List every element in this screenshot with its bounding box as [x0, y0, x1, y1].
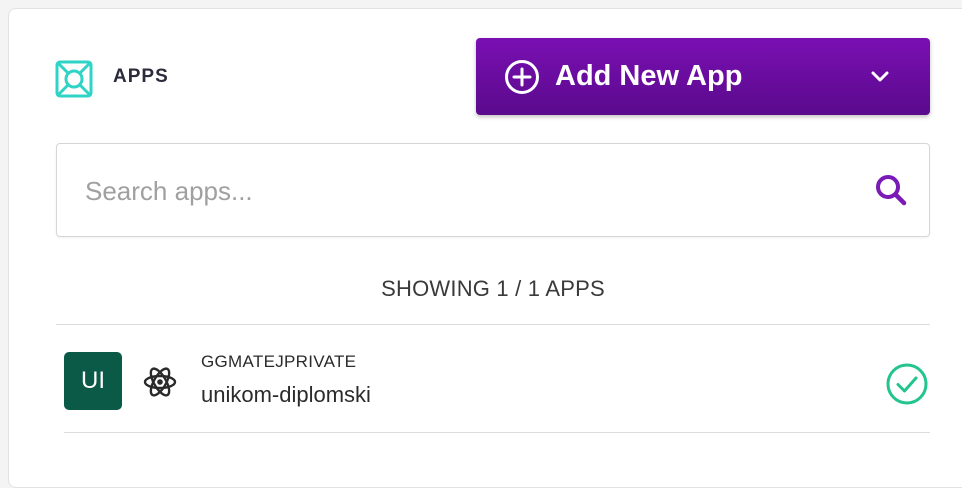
app-owner: GGMATEJPRIVATE — [201, 352, 357, 371]
check-circle-icon — [886, 363, 928, 405]
add-new-app-button[interactable]: Add New App — [476, 38, 930, 115]
avatar: UI — [64, 352, 122, 410]
divider — [56, 324, 930, 325]
divider — [64, 432, 930, 433]
app-name[interactable]: unikom-diplomski — [201, 382, 371, 408]
chevron-down-icon[interactable] — [869, 68, 891, 86]
plus-circle-icon — [505, 60, 539, 94]
search-box — [56, 143, 930, 237]
page-title: APPS — [113, 66, 169, 87]
react-icon — [143, 367, 177, 397]
list-item[interactable]: UI GGMATEJPRIVATE unikom-diplomski — [56, 326, 930, 432]
add-new-app-label: Add New App — [555, 60, 743, 92]
search-input[interactable] — [85, 174, 845, 208]
apps-count-summary: SHOWING 1 / 1 APPS — [381, 276, 605, 301]
apps-icon — [55, 60, 93, 98]
search-icon[interactable] — [873, 172, 909, 208]
